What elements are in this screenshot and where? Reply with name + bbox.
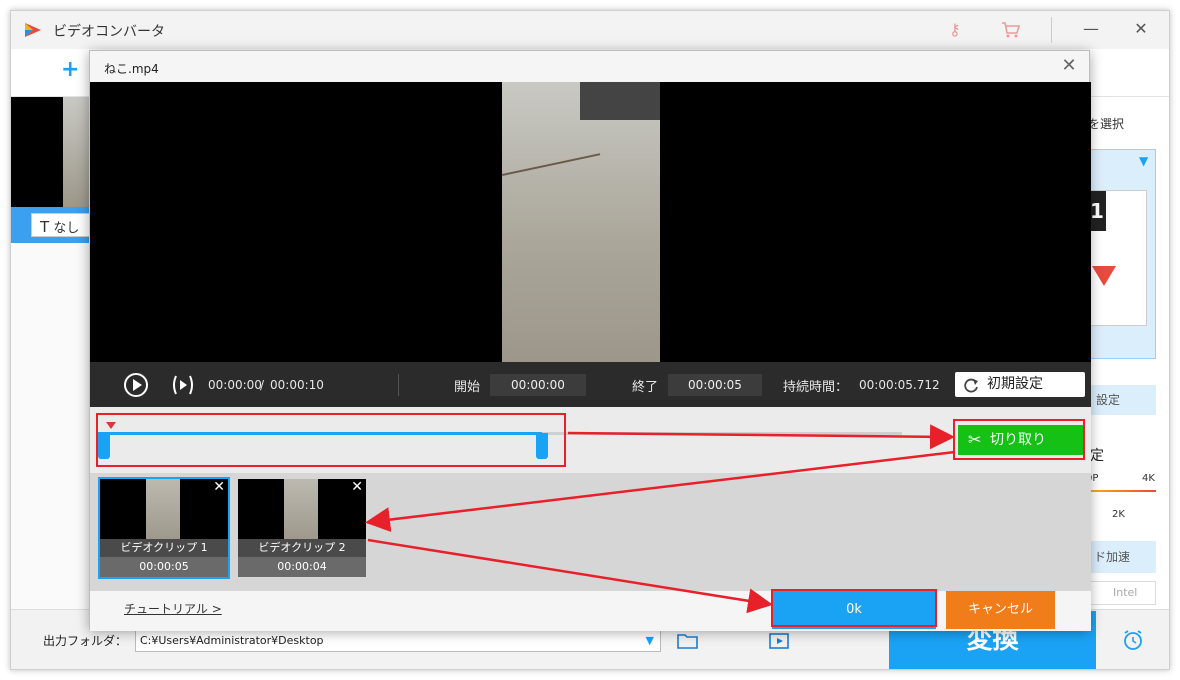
arrow-to-clips [365, 450, 956, 533]
annotation-arrows [365, 424, 956, 614]
arrow-to-cut [567, 424, 955, 450]
arrow-to-ok [367, 538, 773, 614]
